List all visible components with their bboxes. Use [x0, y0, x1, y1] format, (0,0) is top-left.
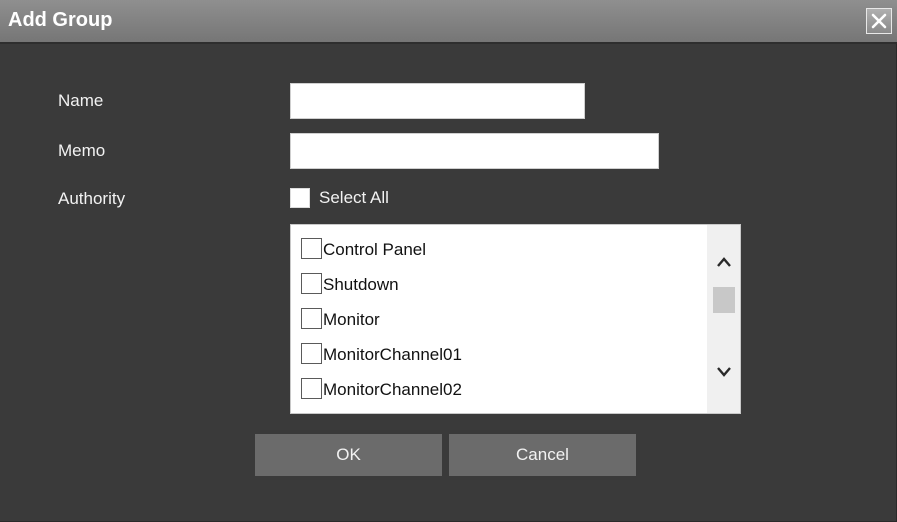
select-all-label: Select All [319, 188, 389, 207]
item-checkbox[interactable] [301, 308, 322, 329]
select-all-checkbox[interactable]: Select All [290, 186, 389, 210]
scroll-down-button[interactable] [707, 357, 740, 387]
authority-item-monitor-channel-01[interactable]: MonitorChannel01 [301, 340, 706, 375]
scroll-thumb[interactable] [713, 287, 735, 313]
close-button[interactable] [866, 8, 892, 34]
authority-list-items: Control Panel Shutdown Monitor MonitorCh… [301, 235, 706, 410]
ok-button[interactable]: OK [255, 434, 442, 476]
item-checkbox[interactable] [301, 378, 322, 399]
authority-item-monitor-channel-02[interactable]: MonitorChannel02 [301, 375, 706, 410]
authority-item-monitor[interactable]: Monitor [301, 305, 706, 340]
add-group-dialog: Add Group Name Memo Authority Select All… [0, 0, 897, 522]
name-label: Name [58, 91, 104, 110]
item-label: Shutdown [323, 275, 399, 294]
memo-label: Memo [58, 141, 106, 160]
authority-item-shutdown[interactable]: Shutdown [301, 270, 706, 305]
chevron-down-icon [717, 367, 731, 377]
authority-list: Control Panel Shutdown Monitor MonitorCh… [290, 224, 741, 414]
select-all-box[interactable] [290, 188, 310, 208]
item-label: Control Panel [323, 240, 427, 259]
item-label: MonitorChannel01 [323, 345, 462, 364]
item-checkbox[interactable] [301, 238, 322, 259]
cancel-button[interactable]: Cancel [449, 434, 636, 476]
list-scrollbar[interactable] [707, 225, 740, 413]
name-input[interactable] [290, 83, 585, 119]
item-checkbox[interactable] [301, 343, 322, 364]
memo-input[interactable] [290, 133, 659, 169]
item-checkbox[interactable] [301, 273, 322, 294]
item-label: MonitorChannel02 [323, 380, 462, 399]
authority-label: Authority [58, 189, 126, 208]
item-label: Monitor [323, 310, 380, 329]
dialog-title: Add Group [8, 9, 113, 31]
authority-item-control-panel[interactable]: Control Panel [301, 235, 706, 270]
chevron-up-icon [717, 257, 731, 267]
dialog-titlebar: Add Group [0, 0, 897, 44]
close-icon [871, 13, 887, 29]
scroll-up-button[interactable] [707, 247, 740, 277]
